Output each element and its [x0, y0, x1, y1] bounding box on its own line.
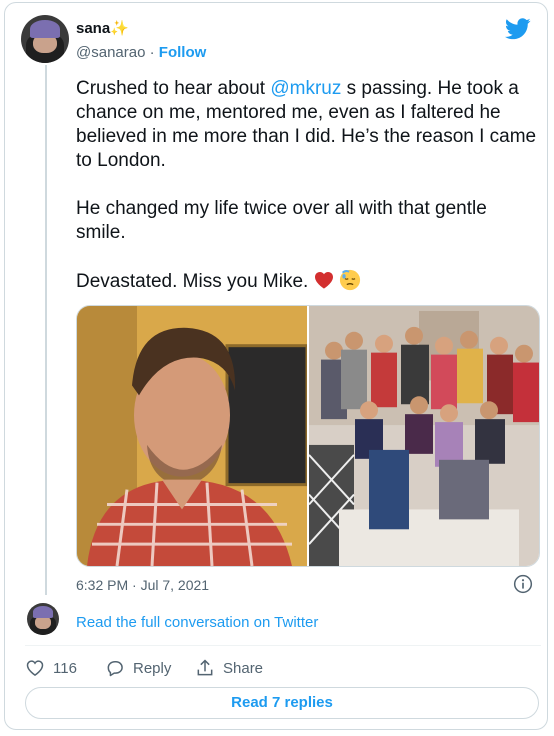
conversation-avatar[interactable]: [27, 603, 59, 635]
read-replies-button[interactable]: Read 7 replies: [25, 687, 539, 719]
tweet-text-segment: Devastated. Miss you Mike.: [76, 271, 309, 292]
sad-relieved-face-icon: [339, 269, 360, 291]
tweet-text: Crushed to hear about @mkruz s passing. …: [76, 77, 538, 318]
tweet-media[interactable]: [76, 305, 540, 567]
share-label: Share: [223, 659, 264, 677]
mention-link[interactable]: @mkruz: [270, 78, 341, 99]
tweet-paragraph-1: Crushed to hear about @mkruz s passing. …: [76, 77, 538, 173]
tweet-timestamp[interactable]: 6:32 PM · Jul 7, 2021: [76, 577, 209, 593]
handle-separator: ·: [149, 44, 155, 61]
tweet-paragraph-3: Devastated. Miss you Mike.: [76, 269, 538, 294]
reply-bubble-icon: [107, 661, 123, 677]
group-photo[interactable]: [309, 306, 540, 566]
author-name[interactable]: sana✨: [76, 19, 129, 37]
author-avatar[interactable]: [21, 15, 69, 63]
author-display-name[interactable]: sana: [76, 20, 110, 37]
author-handle[interactable]: @sanarao: [76, 44, 145, 61]
tweet-paragraph-2: He changed my life twice over all with t…: [76, 198, 487, 243]
read-full-conversation-link[interactable]: Read the full conversation on Twitter: [76, 614, 318, 631]
reply-button[interactable]: Reply: [105, 658, 171, 678]
thread-connector-line: [45, 65, 47, 595]
share-icon: [197, 659, 213, 676]
reply-label: Reply: [133, 659, 172, 677]
divider: [25, 645, 541, 646]
sparkles-emoji: ✨: [110, 20, 129, 37]
like-button[interactable]: 116: [25, 658, 77, 678]
portrait-photo[interactable]: [77, 306, 307, 566]
share-button[interactable]: Share: [195, 658, 263, 678]
twitter-bird-icon[interactable]: [505, 17, 531, 41]
author-handle-row: @sanarao · Follow: [76, 44, 206, 61]
info-icon[interactable]: [513, 574, 533, 594]
heart-outline-icon: [26, 660, 44, 676]
tweet-text-segment: Crushed to hear about: [76, 78, 271, 99]
like-count: 116: [53, 659, 77, 677]
red-heart-icon: [314, 271, 333, 289]
embedded-tweet-card: sana✨ @sanarao · Follow Crushed to hear …: [4, 2, 548, 730]
follow-button[interactable]: Follow: [159, 44, 207, 61]
